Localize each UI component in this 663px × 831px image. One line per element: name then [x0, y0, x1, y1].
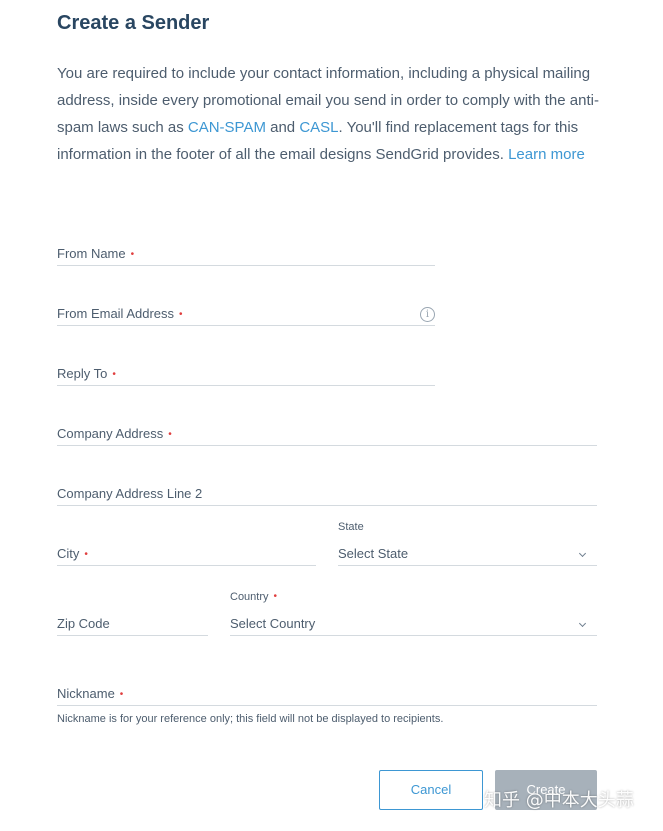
required-indicator: • [273, 591, 278, 602]
nickname-field[interactable]: Nickname • [57, 683, 597, 706]
from-name-label: From Name • [57, 246, 135, 261]
watermark: 知乎 @中本大头蒜 [484, 790, 634, 811]
zip-code-label: Zip Code [57, 616, 110, 631]
state-select[interactable]: State Select State [338, 521, 597, 566]
chevron-down-icon [578, 549, 587, 558]
required-indicator: • [179, 309, 183, 320]
cancel-button[interactable]: Cancel [379, 770, 483, 810]
city-field[interactable]: City • [57, 543, 316, 566]
required-indicator: • [84, 549, 88, 560]
reply-to-field[interactable]: Reply To • [57, 363, 435, 386]
from-email-label: From Email Address • [57, 306, 183, 321]
state-select-value: Select State [338, 546, 409, 561]
learn-more-link[interactable]: Learn more [508, 146, 585, 163]
chevron-down-icon [578, 619, 587, 628]
can-spam-link[interactable]: CAN-SPAM [188, 119, 266, 136]
company-address-label: Company Address • [57, 426, 172, 441]
city-label: City • [57, 546, 88, 561]
country-select-value: Select Country [230, 616, 316, 631]
from-name-field[interactable]: From Name • [57, 243, 435, 266]
nickname-label: Nickname • [57, 686, 124, 701]
required-indicator: • [130, 249, 135, 260]
company-address-field[interactable]: Company Address • [57, 423, 597, 446]
zip-code-field[interactable]: Zip Code [57, 613, 208, 636]
intro-text-and: and [265, 119, 300, 136]
country-select[interactable]: Country • Select Country [230, 591, 597, 636]
required-indicator: • [119, 689, 124, 700]
casl-link[interactable]: CASL [299, 119, 338, 136]
company-address-line-2-label: Company Address Line 2 [57, 486, 203, 501]
from-email-field[interactable]: From Email Address • i [57, 303, 435, 326]
state-label: State [338, 521, 364, 533]
nickname-help-text: Nickname is for your reference only; thi… [57, 713, 444, 725]
info-icon[interactable]: i [420, 307, 435, 322]
company-address-line-2-field[interactable]: Company Address Line 2 [57, 483, 597, 506]
page-title: Create a Sender [57, 12, 210, 34]
required-indicator: • [112, 369, 116, 380]
required-indicator: • [168, 429, 172, 440]
reply-to-label: Reply To • [57, 366, 116, 381]
country-label: Country • [230, 591, 278, 603]
intro-text: You are required to include your contact… [57, 60, 607, 168]
